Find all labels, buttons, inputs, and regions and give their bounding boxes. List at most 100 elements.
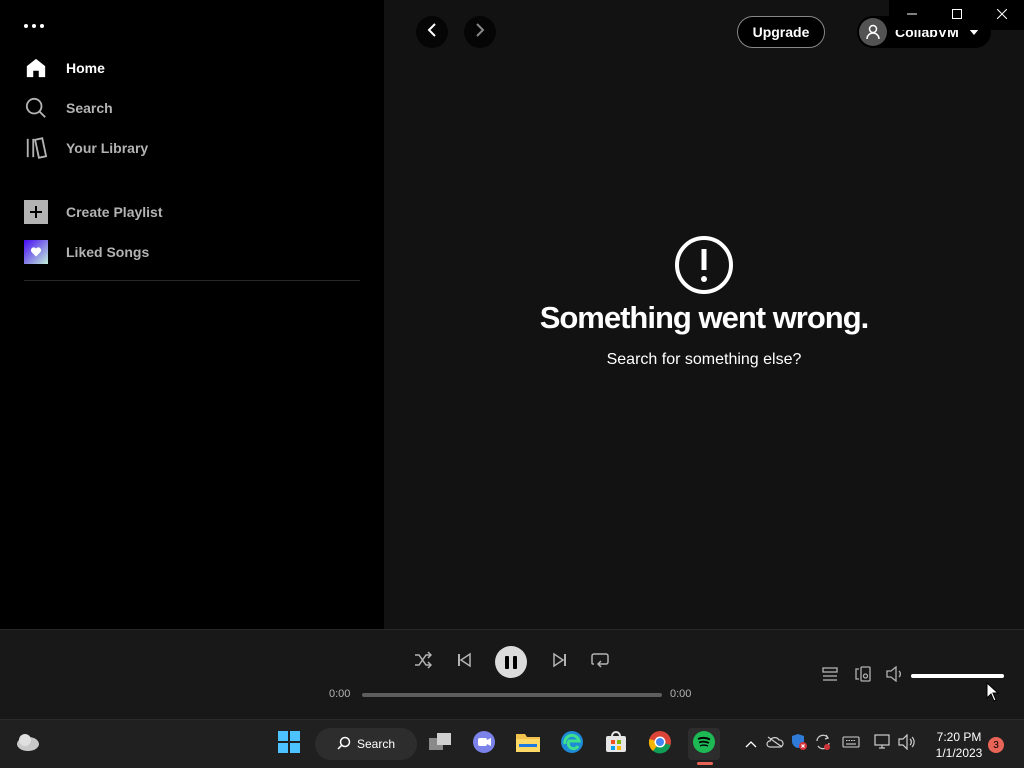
minimize-icon [906, 6, 917, 24]
taskbar-search-label: Search [357, 737, 396, 751]
clock-time: 7:20 PM [936, 730, 982, 744]
teams-chat-button[interactable] [468, 728, 500, 760]
file-explorer-icon [515, 731, 541, 758]
repeat-icon [591, 652, 609, 673]
window-controls [889, 0, 1024, 30]
pause-button[interactable] [495, 646, 527, 678]
user-icon [859, 18, 887, 46]
shuffle-button[interactable] [413, 650, 433, 674]
sidebar-item-label: Home [66, 60, 105, 76]
keyboard-tray[interactable] [841, 734, 861, 754]
spotify-taskbar-button[interactable] [688, 728, 720, 760]
progress-bar[interactable] [362, 693, 662, 697]
defender-tray[interactable] [789, 733, 809, 756]
duration-time: 0:00 [670, 688, 692, 700]
minimize-button[interactable] [889, 0, 934, 30]
mute-button[interactable] [885, 665, 905, 687]
next-icon [552, 652, 568, 673]
maximize-icon [951, 6, 962, 24]
start-button[interactable] [273, 728, 305, 760]
previous-button[interactable] [454, 652, 474, 672]
sidebar-item-label: Search [66, 100, 113, 116]
microsoft-store-icon [604, 730, 628, 759]
error-title: Something went wrong. [539, 300, 870, 335]
onedrive-tray[interactable] [765, 734, 785, 754]
next-button[interactable] [550, 652, 570, 672]
chevron-right-icon [473, 22, 487, 42]
sidebar: Home Search Your Library Create Playlist… [0, 0, 384, 629]
sidebar-item-search[interactable]: Search [24, 94, 113, 122]
microsoft-store-button[interactable] [600, 728, 632, 760]
back-button[interactable] [416, 16, 448, 48]
pause-icon [513, 655, 517, 669]
chevron-left-icon [425, 22, 439, 42]
shuffle-icon [414, 650, 433, 674]
file-explorer-button[interactable] [512, 728, 544, 760]
edge-icon [560, 730, 584, 759]
chevron-up-icon [745, 735, 757, 753]
library-icon [24, 136, 48, 160]
mouse-cursor-icon [986, 681, 1000, 707]
search-icon [337, 736, 351, 753]
pause-icon [505, 655, 509, 669]
close-button[interactable] [979, 0, 1024, 30]
error-subtitle: Search for something else? [606, 351, 802, 368]
more-dots-icon[interactable] [24, 18, 44, 34]
upgrade-button[interactable]: Upgrade [737, 16, 825, 48]
teams-chat-icon [472, 730, 496, 759]
elapsed-time: 0:00 [329, 688, 351, 700]
edge-button[interactable] [556, 728, 588, 760]
speaker-icon [898, 733, 916, 755]
heart-icon [24, 240, 48, 264]
sidebar-item-library[interactable]: Your Library [24, 134, 148, 162]
maximize-button[interactable] [934, 0, 979, 30]
active-app-indicator [697, 762, 713, 765]
notification-badge[interactable]: 3 [988, 737, 1004, 753]
plus-icon [24, 200, 48, 224]
onedrive-icon [766, 735, 784, 753]
task-view-button[interactable] [424, 728, 456, 760]
close-icon [996, 6, 1007, 24]
exclamation-circle-icon [674, 235, 734, 295]
sidebar-item-label: Your Library [66, 140, 149, 156]
network-icon [874, 733, 892, 755]
player-bar: 0:00 0:00 [0, 629, 1024, 719]
volume-slider[interactable] [911, 674, 1004, 678]
taskbar-clock[interactable]: 7:20 PM 1/1/2023 [926, 729, 992, 761]
create-playlist-label: Create Playlist [66, 204, 163, 220]
volume-level [911, 674, 1004, 678]
volume-icon [886, 665, 904, 687]
sync-tray[interactable] [813, 734, 833, 754]
repeat-button[interactable] [590, 652, 610, 672]
create-playlist-button[interactable]: Create Playlist [24, 198, 163, 226]
home-icon [24, 56, 48, 80]
queue-icon [822, 666, 838, 686]
sync-icon [814, 733, 832, 756]
chrome-icon [648, 730, 672, 759]
search-icon [24, 96, 48, 120]
queue-button[interactable] [820, 666, 840, 686]
weather-widget[interactable] [12, 728, 44, 760]
clock-date: 1/1/2023 [935, 746, 983, 760]
taskbar-search-button[interactable]: Search [315, 728, 417, 760]
show-hidden-icons-button[interactable] [741, 734, 761, 754]
sidebar-item-home[interactable]: Home [24, 54, 105, 82]
windows-taskbar: Search 7:20 PM 1/1/2023 3 [0, 719, 1024, 768]
connect-device-icon [855, 665, 871, 687]
sidebar-divider [24, 280, 360, 281]
windows-start-icon [278, 730, 300, 758]
spotify-icon [692, 730, 716, 759]
keyboard-icon [842, 735, 860, 753]
network-tray[interactable] [873, 733, 893, 755]
liked-songs-label: Liked Songs [66, 244, 150, 260]
main-content: Upgrade CollabVM Something went wrong. S… [384, 0, 1024, 629]
defender-icon [790, 733, 808, 756]
previous-icon [456, 652, 472, 673]
speaker-tray[interactable] [897, 733, 917, 755]
liked-songs-button[interactable]: Liked Songs [24, 238, 149, 266]
task-view-icon [428, 732, 452, 757]
chrome-button[interactable] [644, 728, 676, 760]
forward-button[interactable] [464, 16, 496, 48]
connect-device-button[interactable] [853, 665, 873, 687]
weather-icon [15, 732, 41, 757]
